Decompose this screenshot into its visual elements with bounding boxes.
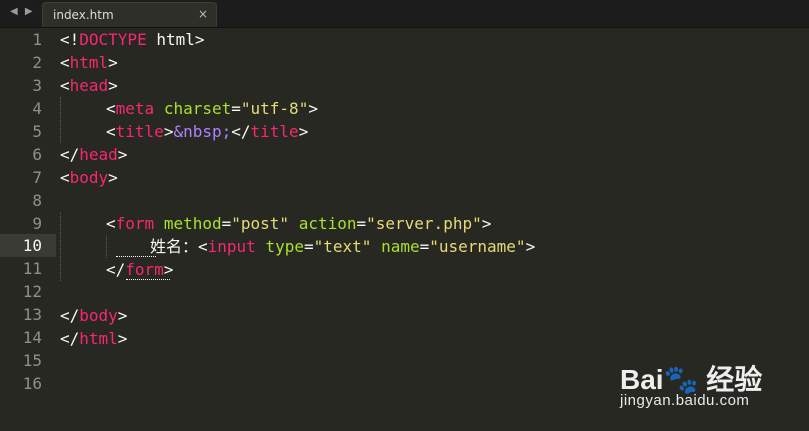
code-line-5: <title>&nbsp;</title> bbox=[106, 122, 309, 141]
tab-title: index.htm bbox=[53, 8, 114, 22]
tab-index-htm[interactable]: index.htm × bbox=[42, 2, 217, 27]
code-line-7: <body> bbox=[60, 168, 118, 187]
code-line-4: <meta charset="utf-8"> bbox=[106, 99, 318, 118]
tab-nav-arrows[interactable]: ◀ ▶ bbox=[10, 6, 35, 17]
line-number: 2 bbox=[32, 53, 42, 72]
code-line-13: </body> bbox=[60, 306, 128, 325]
line-number: 12 bbox=[22, 282, 42, 301]
line-number: 16 bbox=[22, 374, 42, 393]
line-number: 9 bbox=[32, 214, 42, 233]
code-line-3: <head> bbox=[60, 76, 118, 95]
indent-guide bbox=[60, 97, 61, 143]
tab-bar: ◀ ▶ index.htm × bbox=[0, 0, 809, 28]
code-line-6: </head> bbox=[60, 145, 128, 164]
code-line-1: <!DOCTYPE html> bbox=[60, 30, 205, 49]
code-line-10: 姓名：<input type="text" name="username"> bbox=[150, 237, 536, 256]
line-number: 14 bbox=[22, 328, 42, 347]
line-number: 11 bbox=[22, 259, 42, 278]
indent-guide bbox=[60, 212, 61, 281]
line-number-gutter: 1 2 3 4 5 6 7 8 9 10 11 12 13 14 15 16 bbox=[0, 28, 56, 431]
line-number: 8 bbox=[32, 191, 42, 210]
indent-guide bbox=[106, 235, 107, 258]
code-line-9: <form method="post" action="server.php"> bbox=[106, 214, 492, 233]
line-number-active: 10 bbox=[22, 236, 42, 255]
line-number: 4 bbox=[32, 99, 42, 118]
line-number: 15 bbox=[22, 351, 42, 370]
line-number: 6 bbox=[32, 145, 42, 164]
line-number: 3 bbox=[32, 76, 42, 95]
line-number: 7 bbox=[32, 168, 42, 187]
close-icon[interactable]: × bbox=[198, 7, 208, 21]
watermark-url: jingyan.baidu.com bbox=[620, 392, 750, 409]
matching-tag-underline bbox=[126, 279, 170, 280]
line-number: 5 bbox=[32, 122, 42, 141]
line-number: 13 bbox=[22, 305, 42, 324]
baidu-jingyan-watermark: Bai🐾 经验 jingyan.baidu.com bbox=[620, 344, 800, 414]
line-number: 1 bbox=[32, 30, 42, 49]
code-line-11: </form> bbox=[106, 260, 174, 279]
code-line-2: <html> bbox=[60, 53, 118, 72]
code-line-14: </html> bbox=[60, 329, 128, 348]
